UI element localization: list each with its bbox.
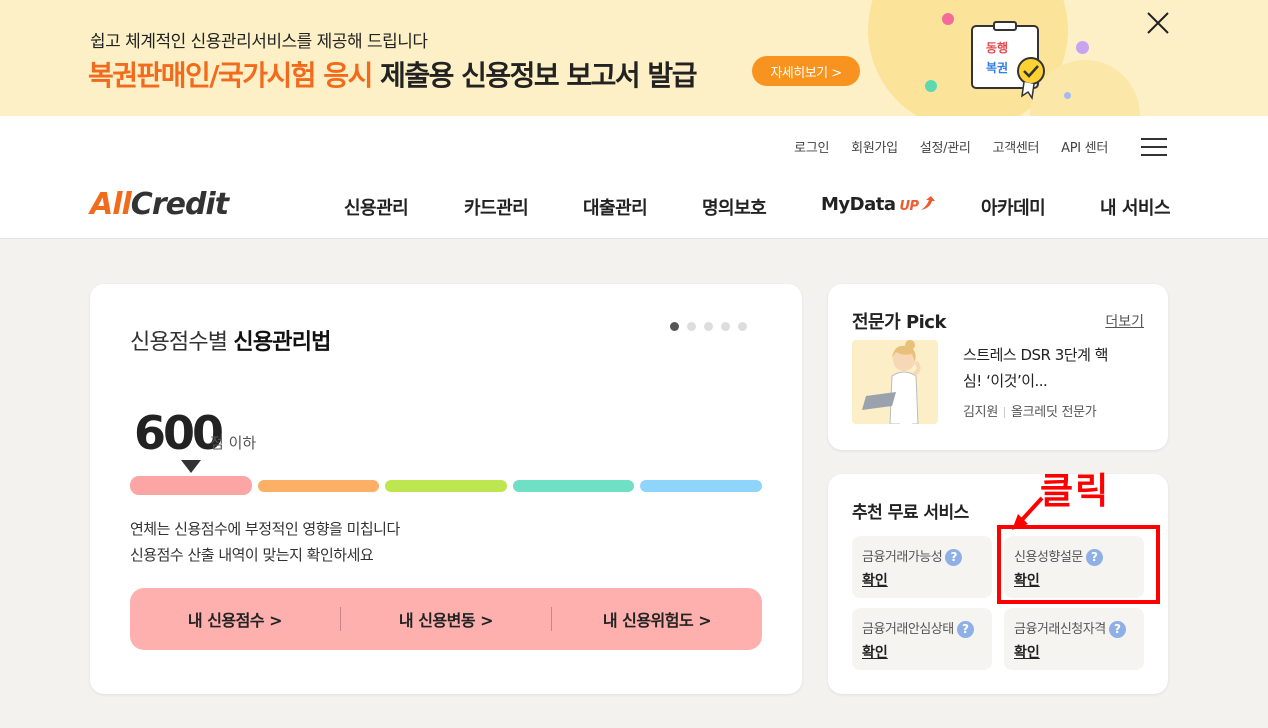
- banner-close-icon[interactable]: [1143, 8, 1173, 38]
- service-tile-application-eligibility[interactable]: 금융거래신청자격? 확인: [1004, 608, 1144, 670]
- pager-dot[interactable]: [704, 322, 713, 331]
- my-credit-change-button[interactable]: 내 신용변동 >: [341, 607, 551, 631]
- credit-management-card: 신용점수별 신용관리법 600 점 이하 연체는 신용점수에 부정적인 영향을 …: [90, 284, 802, 694]
- tile-confirm-link[interactable]: 확인: [1014, 642, 1040, 662]
- score-pointer-icon: [181, 460, 201, 473]
- pager-dot[interactable]: [687, 322, 696, 331]
- woman-with-laptop-illustration: [862, 340, 921, 424]
- api-center-link[interactable]: API 센터: [1061, 137, 1108, 156]
- tile-label: 금융거래안심상태: [862, 622, 954, 637]
- expert-pick-card: 전문가 Pick 더보기 스트레스 DSR 3단계 핵 심! ‘이것’이... …: [828, 284, 1168, 450]
- carousel-pager: [670, 322, 747, 331]
- score-range-bar: [385, 480, 507, 492]
- tile-label-wrap: 금융거래가능성?: [862, 546, 963, 566]
- logo-part-credit: Credit: [130, 187, 229, 222]
- tile-confirm-link[interactable]: 확인: [862, 570, 888, 590]
- badge-text-top: 동행: [986, 40, 1008, 55]
- click-highlight-box: [997, 525, 1160, 604]
- banner-detail-button[interactable]: 자세히보기 >: [752, 56, 860, 86]
- card-title-plain: 신용점수별: [130, 330, 234, 355]
- annotation-arrow-icon: [1012, 496, 1044, 530]
- score-value: 600: [134, 406, 224, 460]
- allcredit-logo[interactable]: AllCredit: [90, 187, 229, 222]
- banner-decoration-dot: [942, 13, 954, 25]
- nav-identity-protection[interactable]: 명의보호: [702, 194, 767, 220]
- score-range-bar: [640, 480, 762, 492]
- score-range-bars: [130, 476, 762, 495]
- banner-decoration-dot: [925, 80, 937, 92]
- my-credit-score-button[interactable]: 내 신용점수 >: [130, 607, 340, 631]
- up-arrow-icon: [920, 196, 935, 210]
- article-title-line: 스트레스 DSR 3단계 핵: [963, 346, 1108, 364]
- tile-label: 금융거래가능성: [862, 550, 943, 565]
- nav-loan-management[interactable]: 대출관리: [583, 194, 648, 220]
- score-range-bar: [512, 480, 635, 492]
- banner-subtitle: 쉽고 체계적인 신용관리서비스를 제공해 드립니다: [90, 32, 428, 52]
- banner-decoration-dot: [1064, 92, 1071, 99]
- service-tile-safe-status[interactable]: 금융거래안심상태? 확인: [852, 608, 992, 670]
- service-tile-transaction-possibility[interactable]: 금융거래가능성? 확인: [852, 536, 992, 598]
- expert-pick-title: 전문가 Pick: [852, 312, 946, 333]
- score-unit: 점 이하: [210, 434, 257, 452]
- nav-mydata[interactable]: MyData UP: [821, 194, 935, 215]
- menu-hamburger-icon[interactable]: [1141, 138, 1167, 158]
- card-description: 연체는 신용점수에 부정적인 영향을 미칩니다 신용점수 산출 내역이 맞는지 …: [130, 516, 400, 568]
- nav-card-management[interactable]: 카드관리: [464, 194, 529, 220]
- more-link[interactable]: 더보기: [1105, 311, 1144, 331]
- score-range-bar: [130, 476, 252, 495]
- tile-confirm-link[interactable]: 확인: [862, 642, 888, 662]
- nav-credit-management[interactable]: 신용관리: [344, 194, 409, 220]
- action-bar: 내 신용점수 > 내 신용변동 > 내 신용위험도 >: [130, 588, 762, 650]
- utility-menu: 로그인 회원가입 설정/관리 고객센터 API 센터: [794, 137, 1108, 156]
- pager-dot[interactable]: [721, 322, 730, 331]
- recommended-services-title: 추천 무료 서비스: [852, 503, 969, 523]
- pager-dot[interactable]: [738, 322, 747, 331]
- tile-label-wrap: 금융거래안심상태?: [862, 618, 974, 638]
- pager-dot[interactable]: [670, 322, 679, 331]
- card-title-bold: 신용관리법: [233, 330, 331, 355]
- nav-my-service[interactable]: 내 서비스: [1100, 194, 1171, 220]
- nav-mydata-label: MyData: [821, 194, 896, 215]
- card-title: 신용점수별 신용관리법: [130, 324, 331, 356]
- author-name: 김지원: [963, 405, 998, 420]
- help-icon[interactable]: ?: [1108, 621, 1126, 638]
- lottery-certificate-icon: 동행 복권: [971, 21, 1045, 100]
- author-role: 올크레딧 전문가: [1010, 405, 1097, 420]
- signup-link[interactable]: 회원가입: [851, 137, 898, 156]
- banner-title: 복권판매인/국가시험 응시 제출용 신용정보 보고서 발급: [88, 54, 697, 94]
- click-annotation-label: 클릭: [1040, 471, 1111, 512]
- badge-text-bottom: 복권: [986, 61, 1008, 75]
- settings-link[interactable]: 설정/관리: [920, 137, 971, 156]
- banner-title-highlight: 복권판매인/국가시험 응시: [88, 59, 373, 92]
- tile-label: 금융거래신청자격: [1014, 622, 1106, 637]
- help-icon[interactable]: ?: [956, 621, 974, 638]
- customer-center-link[interactable]: 고객센터: [993, 137, 1040, 156]
- site-header: 로그인 회원가입 설정/관리 고객센터 API 센터 AllCredit 신용관…: [0, 116, 1268, 239]
- help-icon[interactable]: ?: [945, 549, 963, 566]
- logo-part-all: All: [90, 187, 132, 222]
- nav-academy[interactable]: 아카데미: [981, 194, 1046, 220]
- login-link[interactable]: 로그인: [794, 137, 829, 156]
- description-line: 연체는 신용점수에 부정적인 영향을 미칩니다: [130, 520, 400, 538]
- my-credit-risk-button[interactable]: 내 신용위험도 >: [552, 607, 762, 631]
- score-range-bar: [257, 480, 380, 492]
- article-title-line: 심! ‘이것’이...: [963, 372, 1048, 390]
- banner-title-rest: 제출용 신용정보 보고서 발급: [371, 59, 697, 92]
- article-meta: 김지원 올크레딧 전문가: [963, 401, 1097, 420]
- tile-label-wrap: 금융거래신청자격?: [1014, 618, 1126, 638]
- banner-decoration-dot: [1076, 41, 1089, 54]
- promo-banner: 쉽고 체계적인 신용관리서비스를 제공해 드립니다 복권판매인/국가시험 응시 …: [0, 0, 1268, 116]
- article-thumbnail[interactable]: [852, 340, 938, 424]
- mydata-up-badge: UP: [899, 199, 919, 214]
- article-title[interactable]: 스트레스 DSR 3단계 핵 심! ‘이것’이...: [963, 342, 1153, 394]
- description-line: 신용점수 산출 내역이 맞는지 확인하세요: [130, 546, 374, 564]
